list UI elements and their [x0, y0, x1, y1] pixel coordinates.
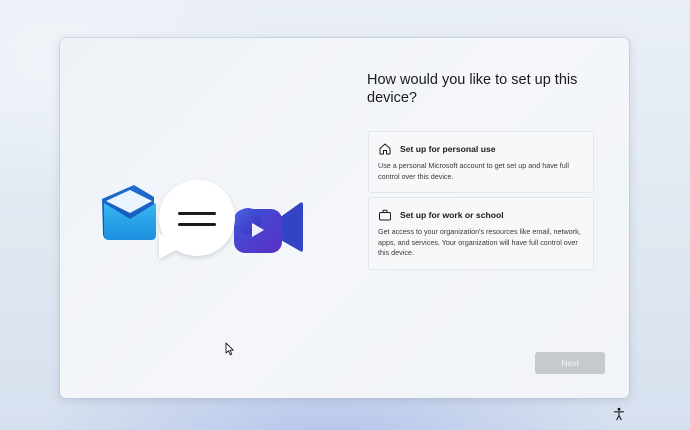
- page-title: How would you like to set up this device…: [367, 72, 578, 106]
- illustration-svg: [102, 180, 303, 259]
- mail-icon: [102, 185, 156, 240]
- briefcase-icon: [378, 208, 392, 222]
- chat-bubble-icon: [159, 180, 235, 259]
- option-work-label: Set up for work or school: [400, 209, 504, 220]
- next-button[interactable]: Next: [535, 352, 605, 374]
- option-work-school[interactable]: Set up for work or school Get access to …: [368, 197, 594, 270]
- home-icon: [378, 142, 392, 156]
- option-personal-label: Set up for personal use: [400, 143, 496, 154]
- mouse-cursor-icon: [225, 342, 235, 356]
- video-call-icon: [234, 202, 303, 253]
- setup-illustration: [100, 173, 305, 278]
- setup-dialog: How would you like to set up this device…: [60, 38, 629, 398]
- option-personal-description: Use a personal Microsoft account to get …: [378, 161, 569, 181]
- accessibility-icon[interactable]: [613, 407, 625, 421]
- option-work-description: Get access to your organization's resour…: [378, 227, 581, 257]
- option-personal-use[interactable]: Set up for personal use Use a personal M…: [368, 131, 594, 193]
